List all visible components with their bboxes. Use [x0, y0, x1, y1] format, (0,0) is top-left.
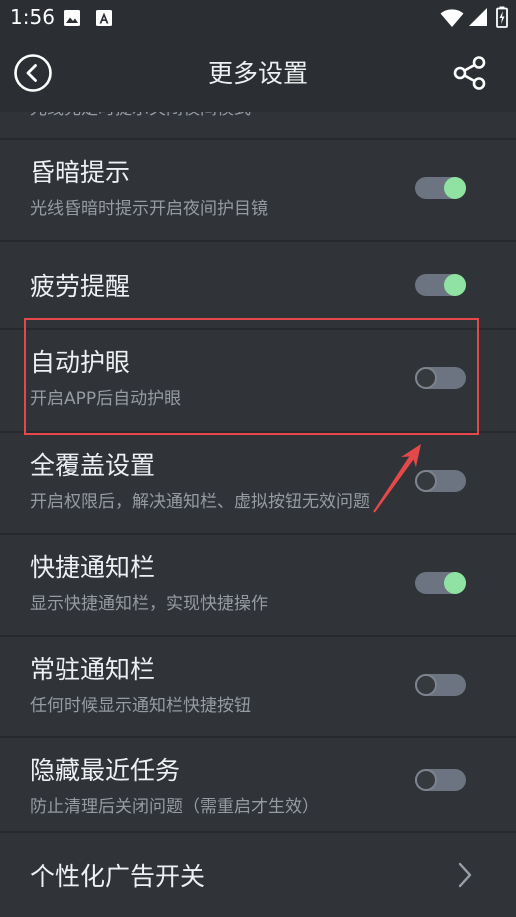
- settings-row-fatigue-reminder[interactable]: 疲劳提醒: [0, 242, 516, 330]
- image-icon: [64, 10, 80, 26]
- share-icon: [453, 56, 486, 90]
- row-subtitle: 光线充足时提示关闭夜间模式: [30, 112, 516, 120]
- toggle-full-overlay[interactable]: [415, 470, 466, 492]
- settings-row-quick-notification[interactable]: 快捷通知栏 显示快捷通知栏，实现快捷操作: [0, 535, 516, 637]
- row-title: 个性化广告开关: [30, 862, 206, 891]
- share-button[interactable]: [451, 54, 489, 92]
- toggle-knob: [415, 768, 437, 791]
- toggle-persistent-notification[interactable]: [415, 673, 466, 696]
- toggle-knob: [415, 366, 437, 389]
- cell-signal-icon: [469, 8, 487, 26]
- settings-list[interactable]: 光线充足时提示关闭夜间模式 昏暗提示 光线昏暗时提示开启夜间护目镜 疲劳提醒 自…: [0, 112, 516, 917]
- settings-row-auto-eye-care[interactable]: 自动护眼 开启APP后自动护眼: [0, 330, 516, 433]
- wifi-icon: [440, 9, 464, 27]
- toggle-fatigue-reminder[interactable]: [415, 274, 466, 296]
- toggle-knob: [444, 274, 466, 296]
- settings-row-personalized-ads[interactable]: 个性化广告开关: [0, 833, 516, 917]
- row-subtitle: 开启APP后自动护眼: [30, 389, 182, 409]
- row-subtitle: 开启权限后，解决通知栏、虚拟按钮无效问题: [30, 492, 370, 512]
- battery-charging-icon: [496, 6, 508, 28]
- toggle-quick-notification[interactable]: [415, 572, 466, 594]
- settings-list-content: 光线充足时提示关闭夜间模式 昏暗提示 光线昏暗时提示开启夜间护目镜 疲劳提醒 自…: [0, 112, 516, 917]
- toggle-knob: [444, 572, 466, 594]
- toggle-hide-recents[interactable]: [415, 768, 466, 791]
- row-title: 疲劳提醒: [30, 272, 131, 301]
- a-letter-icon: [96, 10, 112, 26]
- settings-row-hide-recents[interactable]: 隐藏最近任务 防止清理后关闭问题（需重启才生效）: [0, 738, 516, 833]
- settings-row-dim-reminder[interactable]: 昏暗提示 光线昏暗时提示开启夜间护目镜: [0, 140, 516, 242]
- toggle-knob: [415, 673, 437, 696]
- page-title: 更多设置: [207, 59, 308, 88]
- toggle-auto-eye-care[interactable]: [415, 366, 466, 389]
- settings-row-full-overlay[interactable]: 全覆盖设置 开启权限后，解决通知栏、虚拟按钮无效问题: [0, 433, 516, 535]
- row-subtitle: 显示快捷通知栏，实现快捷操作: [30, 594, 268, 614]
- status-bar: 1:56: [0, 0, 516, 35]
- row-subtitle: 光线昏暗时提示开启夜间护目镜: [30, 199, 268, 219]
- settings-row-persistent-notification[interactable]: 常驻通知栏 任何时候显示通知栏快捷按钮: [0, 637, 516, 738]
- toggle-knob: [415, 470, 437, 492]
- toggle-dim-reminder[interactable]: [415, 177, 466, 199]
- toggle-knob: [444, 177, 466, 199]
- chevron-right-icon: [458, 862, 472, 888]
- row-subtitle: 任何时候显示通知栏快捷按钮: [30, 696, 251, 716]
- app-header: 更多设置: [0, 35, 516, 112]
- status-time: 1:56: [10, 5, 55, 29]
- settings-row-partial[interactable]: 光线充足时提示关闭夜间模式: [0, 112, 516, 140]
- row-subtitle: 防止清理后关闭问题（需重启才生效）: [30, 797, 319, 817]
